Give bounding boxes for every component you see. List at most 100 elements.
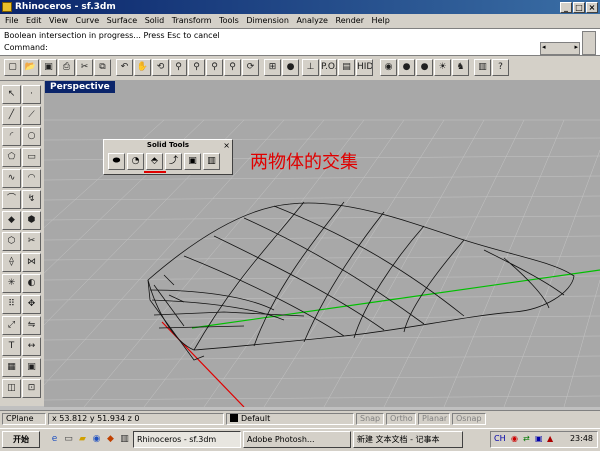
task-rhinoceros[interactable]: Rhinoceros - sf.3dm bbox=[133, 431, 241, 448]
point-on-icon[interactable]: P.O. bbox=[320, 59, 337, 76]
mirror-icon[interactable]: ⇋ bbox=[22, 316, 41, 335]
new-icon[interactable]: ▢ bbox=[4, 59, 21, 76]
folder-icon[interactable]: ▰ bbox=[76, 433, 89, 446]
cow-icon[interactable]: ♞ bbox=[452, 59, 469, 76]
undo-icon[interactable]: ↶ bbox=[116, 59, 133, 76]
extrude-icon[interactable]: ⬡ bbox=[2, 232, 21, 251]
maximize-button[interactable]: □ bbox=[573, 2, 585, 13]
freeform-icon[interactable]: ◠ bbox=[22, 169, 41, 188]
menu-curve[interactable]: Curve bbox=[76, 16, 100, 25]
snap-icon[interactable]: ⊡ bbox=[22, 379, 41, 398]
open-icon[interactable]: 📂 bbox=[22, 59, 39, 76]
minimize-button[interactable]: _ bbox=[560, 2, 572, 13]
ch-icon[interactable]: CH bbox=[494, 434, 506, 443]
rectangle-icon[interactable]: ▭ bbox=[22, 148, 41, 167]
join-icon[interactable]: ⋈ bbox=[22, 253, 41, 272]
tray-antivirus-icon[interactable]: ▲ bbox=[547, 434, 553, 443]
solid-tools-close-icon[interactable]: × bbox=[223, 140, 230, 151]
polygon-icon[interactable]: ⬠ bbox=[2, 148, 21, 167]
menu-help[interactable]: Help bbox=[372, 16, 390, 25]
help-icon[interactable]: ? bbox=[492, 59, 509, 76]
text-icon[interactable]: T bbox=[2, 337, 21, 356]
box-solid-icon[interactable]: ⬢ bbox=[22, 211, 41, 230]
close-button[interactable]: × bbox=[586, 2, 598, 13]
command-scroll-vertical[interactable] bbox=[582, 31, 596, 55]
array-icon[interactable]: ⠿ bbox=[2, 295, 21, 314]
point-icon[interactable]: · bbox=[22, 85, 41, 104]
menu-surface[interactable]: Surface bbox=[107, 16, 137, 25]
edge-fillet-icon[interactable]: ⤴ bbox=[165, 153, 182, 170]
volume-icon[interactable]: ◉ bbox=[511, 434, 518, 443]
status-planar[interactable]: Planar bbox=[418, 413, 450, 425]
copy-icon[interactable]: ⧉ bbox=[94, 59, 111, 76]
circle-icon[interactable]: ○ bbox=[22, 127, 41, 146]
menu-transform[interactable]: Transform bbox=[172, 16, 212, 25]
scroll-right-icon[interactable]: ▸ bbox=[574, 43, 578, 51]
line-icon[interactable]: ╱ bbox=[2, 106, 21, 125]
task-notepad[interactable]: 新建 文本文档 - 记事本 bbox=[353, 431, 463, 448]
extrude-surface-icon[interactable]: ▥ bbox=[203, 153, 220, 170]
menu-analyze[interactable]: Analyze bbox=[296, 16, 328, 25]
status-osnap[interactable]: Osnap bbox=[452, 413, 486, 425]
zoom-selected-icon[interactable]: ⚲ bbox=[224, 59, 241, 76]
scale-icon[interactable]: ⤢ bbox=[2, 316, 21, 335]
difference-icon[interactable]: ◔ bbox=[127, 153, 144, 170]
properties-icon[interactable]: ▥ bbox=[474, 59, 491, 76]
network-icon[interactable]: ⇄ bbox=[523, 434, 530, 443]
hide-icon[interactable]: HIDE bbox=[356, 59, 373, 76]
viewport-canvas[interactable] bbox=[44, 80, 600, 407]
task-photoshop[interactable]: Adobe Photosh... bbox=[243, 431, 351, 448]
arc-icon[interactable]: ◜ bbox=[2, 127, 21, 146]
rotate-icon[interactable]: ⟲ bbox=[152, 59, 169, 76]
group-icon[interactable]: ▣ bbox=[22, 358, 41, 377]
media-icon[interactable]: ◉ bbox=[90, 433, 103, 446]
save-icon[interactable]: ▣ bbox=[40, 59, 57, 76]
command-scroll-horizontal[interactable]: ◂ ▸ bbox=[540, 42, 580, 55]
split-icon[interactable]: ⟠ bbox=[2, 253, 21, 272]
menu-render[interactable]: Render bbox=[336, 16, 364, 25]
status-layer[interactable]: Default bbox=[226, 413, 354, 425]
polyline-icon[interactable]: ⟋ bbox=[22, 106, 41, 125]
render-icon[interactable]: ● bbox=[416, 59, 433, 76]
clock[interactable]: 23:48 bbox=[570, 434, 593, 443]
four-views-icon[interactable]: ⊞ bbox=[264, 59, 281, 76]
zoom-extents-icon[interactable]: ⚲ bbox=[206, 59, 223, 76]
cut-icon[interactable]: ✂ bbox=[76, 59, 93, 76]
solid-tools-title[interactable]: Solid Tools bbox=[104, 140, 232, 151]
menu-view[interactable]: View bbox=[49, 16, 68, 25]
car-icon[interactable]: ● bbox=[282, 59, 299, 76]
boolean-icon[interactable]: ◐ bbox=[22, 274, 41, 293]
quick-launch-icon[interactable]: ▥ bbox=[118, 433, 131, 446]
scroll-left-icon[interactable]: ◂ bbox=[542, 43, 546, 51]
status-cplane[interactable]: CPlane bbox=[2, 413, 46, 425]
status-snap[interactable]: Snap bbox=[356, 413, 384, 425]
undo-view-icon[interactable]: ⟳ bbox=[242, 59, 259, 76]
offset-icon[interactable]: ↯ bbox=[22, 190, 41, 209]
app-quick-icon[interactable]: ◆ bbox=[104, 433, 117, 446]
viewport-label[interactable]: Perspective bbox=[45, 81, 115, 93]
menu-dimension[interactable]: Dimension bbox=[246, 16, 289, 25]
menu-edit[interactable]: Edit bbox=[26, 16, 42, 25]
intersection-icon[interactable]: ⬘ bbox=[146, 153, 163, 170]
ie-icon[interactable]: e bbox=[48, 433, 61, 446]
perspective-viewport[interactable]: Perspective bbox=[44, 80, 600, 407]
fillet-icon[interactable]: ⌒ bbox=[2, 190, 21, 209]
menu-tools[interactable]: Tools bbox=[219, 16, 239, 25]
dimension-icon[interactable]: ↔ bbox=[22, 337, 41, 356]
cplane-icon[interactable]: ⊥ bbox=[302, 59, 319, 76]
sphere-icon[interactable]: ● bbox=[398, 59, 415, 76]
print-icon[interactable]: ⎙ bbox=[58, 59, 75, 76]
hide-label-icon[interactable]: ▤ bbox=[338, 59, 355, 76]
pan-icon[interactable]: ✋ bbox=[134, 59, 151, 76]
curve-icon[interactable]: ∿ bbox=[2, 169, 21, 188]
trim-icon[interactable]: ✂ bbox=[22, 232, 41, 251]
surface-icon[interactable]: ◆ bbox=[2, 211, 21, 230]
zoom-window-icon[interactable]: ⚲ bbox=[170, 59, 187, 76]
tray-app-icon[interactable]: ▣ bbox=[535, 434, 543, 443]
command-prompt[interactable]: Command: bbox=[4, 43, 48, 52]
union-icon[interactable]: ⬬ bbox=[108, 153, 125, 170]
zoom-dynamic-icon[interactable]: ⚲ bbox=[188, 59, 205, 76]
layer-icon[interactable]: ▦ bbox=[2, 358, 21, 377]
start-button[interactable]: 开始 bbox=[2, 431, 40, 448]
select-icon[interactable]: ↖ bbox=[2, 85, 21, 104]
